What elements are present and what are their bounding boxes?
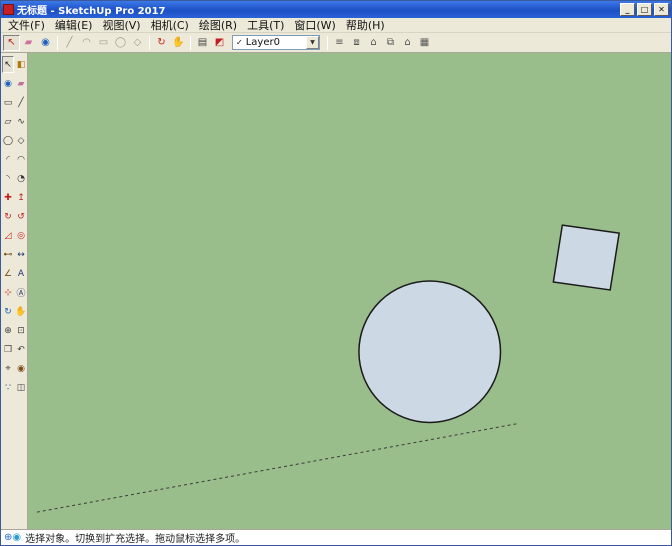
menu-draw[interactable]: 绘图(R) (194, 17, 242, 33)
toolbar-separator (190, 36, 191, 50)
get-models-button[interactable]: ⌂ (365, 35, 382, 51)
menu-camera[interactable]: 相机(C) (146, 17, 194, 33)
components-button[interactable]: ⧈ (348, 35, 365, 51)
pan-button[interactable]: ✋ (170, 35, 187, 51)
freehand-tool[interactable]: ∿ (15, 113, 27, 130)
make-component-tool[interactable]: ◧ (15, 56, 27, 73)
toolbar-separator (327, 36, 328, 50)
two-point-arc-tool[interactable]: ◠ (15, 151, 27, 168)
push-pull-tool[interactable]: ↥ (15, 189, 27, 206)
eraser-button[interactable]: ▰ (20, 35, 37, 51)
menu-edit[interactable]: 编辑(E) (50, 17, 98, 33)
minimize-button[interactable]: _ (620, 3, 635, 16)
line-button[interactable]: ╱ (61, 35, 78, 51)
rectangle-button[interactable]: ▭ (95, 35, 112, 51)
toolbar-group-right: ≡⧈⌂⧉⌂▦ (324, 35, 433, 51)
print-button[interactable]: ▤ (194, 35, 211, 51)
menu-bar: 文件(F)编辑(E)视图(V)相机(C)绘图(R)工具(T)窗口(W)帮助(H) (1, 18, 671, 33)
toolbar-group-left: ↖▰◉ ╱◠▭◯◇ ↻✋ ▤◩ (3, 35, 228, 51)
status-bar: ⊕◉ 选择对象。切换到扩充选择。拖动鼠标选择多项。 (1, 529, 671, 545)
look-around-tool[interactable]: ◉ (15, 360, 27, 377)
toolbar: ↖▰◉╱◠▭◯◇↻✋▤◩ ✓ Layer0 ▼ ≡⧈⌂⧉⌂▦ (1, 33, 671, 53)
main-area: ↖◧◉▰▭╱▱∿◯◇◜◠◝◔✚↥↻↺◿◎⊷↔∠A⊹Ⓐ↻✋⊕⊡❒↶⌖◉∵◫ (1, 53, 671, 529)
credits-icon[interactable]: ◉ (12, 532, 21, 543)
zoom-extents-tool[interactable]: ❒ (2, 341, 14, 358)
chevron-down-icon[interactable]: ▼ (306, 36, 319, 49)
paint-bucket-tool[interactable]: ◉ (2, 75, 14, 92)
zoom-tool[interactable]: ⊕ (2, 322, 14, 339)
window-title: 无标题 - SketchUp Pro 2017 (17, 2, 617, 17)
text-tool[interactable]: A (15, 265, 27, 282)
polygon-tool[interactable]: ◇ (15, 132, 27, 149)
menu-help[interactable]: 帮助(H) (341, 17, 390, 33)
offset-tool[interactable]: ◎ (15, 227, 27, 244)
paint-bucket-button[interactable]: ◉ (37, 35, 54, 51)
window-controls: _□✕ (620, 3, 669, 16)
extension-warehouse-button[interactable]: ⌂ (399, 35, 416, 51)
pie-tool[interactable]: ◔ (15, 170, 27, 187)
orbit-tool[interactable]: ↻ (2, 303, 14, 320)
status-icons: ⊕◉ (4, 532, 21, 543)
circle-tool[interactable]: ◯ (2, 132, 14, 149)
toolbar-separator (149, 36, 150, 50)
outliner-button[interactable]: ≡ (331, 35, 348, 51)
follow-me-tool[interactable]: ↺ (15, 208, 27, 225)
app-icon (3, 4, 14, 15)
model-info-button[interactable]: ◩ (211, 35, 228, 51)
zoom-window-tool[interactable]: ⊡ (15, 322, 27, 339)
menu-tools[interactable]: 工具(T) (242, 17, 289, 33)
share-model-button[interactable]: ⧉ (382, 35, 399, 51)
move-tool[interactable]: ✚ (2, 189, 14, 206)
square-shape[interactable] (553, 225, 619, 290)
select-button[interactable]: ↖ (3, 35, 20, 51)
3d-text-tool[interactable]: Ⓐ (15, 284, 27, 301)
rectangle-tool[interactable]: ▭ (2, 94, 14, 111)
preferences-button[interactable]: ▦ (416, 35, 433, 51)
rotated-rectangle-tool[interactable]: ▱ (2, 113, 14, 130)
menu-file[interactable]: 文件(F) (3, 17, 50, 33)
position-camera-tool[interactable]: ⌖ (2, 360, 14, 377)
layer-check-icon: ✓ (236, 38, 243, 47)
circle-button[interactable]: ◯ (112, 35, 129, 51)
walk-tool[interactable]: ∵ (2, 379, 14, 396)
arc-button[interactable]: ◠ (78, 35, 95, 51)
protractor-tool[interactable]: ∠ (2, 265, 14, 282)
drawing-canvas[interactable] (28, 53, 671, 529)
axes-tool[interactable]: ⊹ (2, 284, 14, 301)
rotate-tool[interactable]: ↻ (2, 208, 14, 225)
dimension-tool[interactable]: ↔ (15, 246, 27, 263)
app-window: 无标题 - SketchUp Pro 2017 _□✕ 文件(F)编辑(E)视图… (0, 0, 672, 546)
close-button[interactable]: ✕ (654, 3, 669, 16)
arc-tool[interactable]: ◜ (2, 151, 14, 168)
tool-palette: ↖◧◉▰▭╱▱∿◯◇◜◠◝◔✚↥↻↺◿◎⊷↔∠A⊹Ⓐ↻✋⊕⊡❒↶⌖◉∵◫ (1, 53, 28, 529)
menu-window[interactable]: 窗口(W) (289, 17, 340, 33)
status-message: 选择对象。切换到扩充选择。拖动鼠标选择多项。 (25, 530, 245, 545)
previous-tool[interactable]: ↶ (15, 341, 27, 358)
polygon-button[interactable]: ◇ (129, 35, 146, 51)
layer-dropdown[interactable]: ✓ Layer0 ▼ (232, 35, 320, 50)
maximize-button[interactable]: □ (637, 3, 652, 16)
orbit-button[interactable]: ↻ (153, 35, 170, 51)
select-tool[interactable]: ↖ (2, 56, 14, 73)
layer-value: Layer0 (246, 37, 280, 48)
three-point-arc-tool[interactable]: ◝ (2, 170, 14, 187)
line-tool[interactable]: ╱ (15, 94, 27, 111)
eraser-tool[interactable]: ▰ (15, 75, 27, 92)
section-plane-tool[interactable]: ◫ (15, 379, 27, 396)
title-bar[interactable]: 无标题 - SketchUp Pro 2017 _□✕ (1, 1, 671, 18)
circle-shape[interactable] (359, 281, 501, 422)
tape-measure-tool[interactable]: ⊷ (2, 246, 14, 263)
toolbar-separator (57, 36, 58, 50)
menu-view[interactable]: 视图(V) (97, 17, 145, 33)
scale-tool[interactable]: ◿ (2, 227, 14, 244)
pan-tool[interactable]: ✋ (15, 303, 27, 320)
